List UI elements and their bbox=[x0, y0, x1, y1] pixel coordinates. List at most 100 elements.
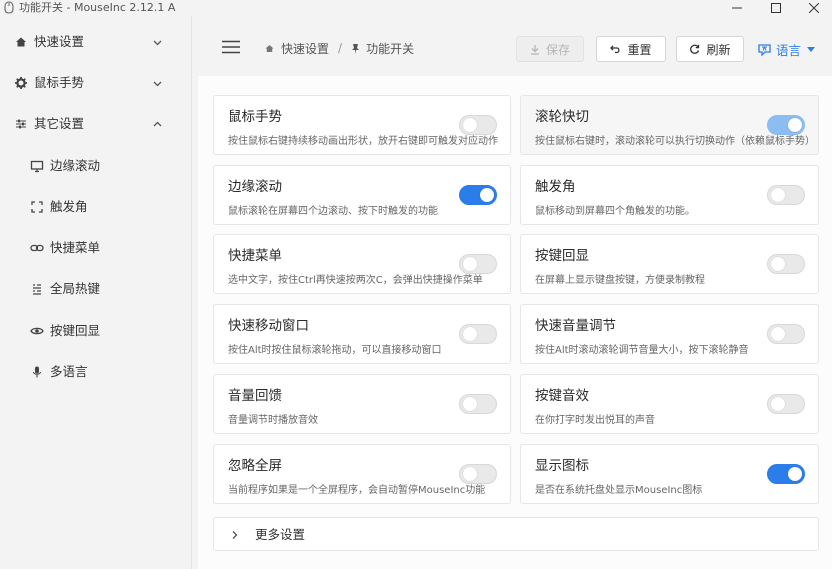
more-settings-label: 更多设置 bbox=[255, 527, 306, 542]
toggle-knob bbox=[771, 188, 785, 202]
feature-card: 边缘滚动 鼠标滚轮在屏幕四个边滚动、按下时触发的功能 bbox=[213, 165, 511, 225]
feature-toggle-switch[interactable] bbox=[459, 324, 497, 344]
sliders-icon bbox=[16, 119, 26, 129]
refresh-label: 刷新 bbox=[706, 42, 731, 57]
sidebar: 快速设置 鼠标手势 其它设置 边缘滚动 触发角 快捷菜单 全局热键 按键回显 多… bbox=[0, 16, 192, 569]
feature-card: 鼠标手势 按住鼠标右键持续移动画出形状，放开右键即可触发对应动作 bbox=[213, 95, 511, 155]
gear-icon bbox=[15, 77, 27, 89]
language-label: 语言 bbox=[776, 42, 802, 58]
feature-description: 音量调节时播放音效 bbox=[228, 415, 318, 426]
sidebar-item-hot-corners[interactable]: 触发角 bbox=[0, 187, 192, 227]
keyboard-icon bbox=[33, 284, 41, 295]
toggle-knob bbox=[788, 467, 802, 481]
feature-toggle-switch[interactable] bbox=[459, 394, 497, 414]
sidebar-item-label: 边缘滚动 bbox=[50, 158, 101, 173]
breadcrumb-item: 功能开关 bbox=[366, 41, 415, 56]
close-icon bbox=[809, 3, 819, 13]
feature-toggle-panel: 更多设置 鼠标手势 按住鼠标右键持续移动画出形状，放开右键即可触发对应动作 滚轮快切… bbox=[198, 76, 832, 569]
feature-title: 滚轮快切 bbox=[535, 109, 589, 125]
sidebar-item-edge-scroll[interactable]: 边缘滚动 bbox=[0, 146, 192, 186]
feature-card: 忽略全屏 当前程序如果是一个全屏程序，会自动暂停MouseInc功能 bbox=[213, 444, 511, 504]
feature-title: 音量回馈 bbox=[228, 388, 282, 404]
close-button[interactable] bbox=[799, 0, 829, 16]
eye-icon bbox=[30, 327, 44, 335]
language-dropdown[interactable]: 语言 bbox=[758, 40, 816, 58]
pin-icon bbox=[352, 43, 360, 54]
toggle-knob bbox=[771, 257, 785, 271]
sidebar-item-label: 多语言 bbox=[50, 364, 88, 379]
feature-toggle-switch[interactable] bbox=[459, 254, 497, 274]
sidebar-item-label: 其它设置 bbox=[34, 116, 85, 131]
toggle-knob bbox=[463, 397, 477, 411]
feature-toggle-switch[interactable] bbox=[767, 324, 805, 344]
reset-button[interactable]: 重置 bbox=[596, 36, 666, 62]
sidebar-item-label: 触发角 bbox=[50, 199, 88, 214]
feature-toggle-switch[interactable] bbox=[459, 185, 497, 205]
mouse-app-icon bbox=[4, 1, 14, 14]
feature-card: 触发角鼠标移动到屏幕四个角触发的功能。 bbox=[520, 165, 819, 225]
feature-card: 显示图标 是否在系统托盘处显示MouseInc图标 bbox=[520, 444, 819, 504]
feature-card: 按键音效在你打字时发出悦耳的声音 bbox=[520, 374, 819, 434]
feature-toggle-switch[interactable] bbox=[459, 115, 497, 135]
sidebar-item-quick-settings[interactable]: 快速设置 bbox=[0, 22, 192, 62]
home-icon bbox=[265, 44, 274, 52]
link-icon bbox=[30, 244, 44, 252]
toggle-knob bbox=[463, 467, 477, 481]
feature-card: 快捷菜单选中文字，按住Ctrl再快速按两次C，会弹出快捷操作菜单 bbox=[213, 234, 511, 294]
feature-description: 鼠标移动到屏幕四个角触发的功能。 bbox=[535, 206, 695, 217]
refresh-icon bbox=[690, 44, 700, 54]
feature-description: 选中文字，按住Ctrl再快速按两次C，会弹出快捷操作菜单 bbox=[228, 275, 483, 286]
sidebar-item-label: 鼠标手势 bbox=[34, 75, 85, 90]
translate-icon bbox=[758, 43, 771, 56]
save-button[interactable]: 保存 bbox=[516, 36, 584, 62]
sidebar-item-quick-menu[interactable]: 快捷菜单 bbox=[0, 228, 192, 268]
sidebar-item-other-settings[interactable]: 其它设置 bbox=[0, 104, 192, 144]
maximize-icon bbox=[771, 3, 781, 13]
feature-card: 滚轮快切 按住鼠标右键时，滚动滚轮可以执行切换动作（依赖鼠标手势） bbox=[520, 95, 819, 155]
sidebar-item-key-echo[interactable]: 按键回显 bbox=[0, 311, 192, 351]
maximize-button[interactable] bbox=[761, 0, 791, 16]
menu-icon[interactable] bbox=[222, 40, 240, 54]
feature-toggle-switch[interactable] bbox=[767, 115, 805, 135]
toggle-knob bbox=[771, 327, 785, 341]
toggle-knob bbox=[480, 188, 494, 202]
feature-title: 快捷菜单 bbox=[228, 248, 282, 264]
minimize-icon bbox=[732, 7, 742, 9]
breadcrumb-item[interactable]: 快速设置 bbox=[281, 40, 329, 57]
feature-toggle-switch[interactable] bbox=[459, 464, 497, 484]
feature-title: 触发角 bbox=[535, 179, 576, 195]
feature-card: 按键回显 在屏幕上显示键盘按键，方便录制教程 bbox=[520, 234, 819, 294]
feature-toggle-switch[interactable] bbox=[767, 464, 805, 484]
feature-toggle-switch[interactable] bbox=[767, 185, 805, 205]
toggle-knob bbox=[463, 257, 477, 271]
more-settings-collapse[interactable]: 更多设置 bbox=[213, 517, 819, 551]
header: 快速设置 / 功能开关 保存 重置 刷新 语言 bbox=[198, 16, 832, 76]
feature-card: 快速音量调节按住Alt时滚动滚轮调节音量大小，按下滚轮静音 bbox=[520, 304, 819, 364]
breadcrumb-separator: / bbox=[338, 41, 343, 55]
feature-toggle-switch[interactable] bbox=[767, 394, 805, 414]
download-icon bbox=[530, 44, 539, 55]
sidebar-item-global-hotkeys[interactable]: 全局热键 bbox=[0, 269, 192, 309]
sidebar-item-languages[interactable]: 多语言 bbox=[0, 352, 192, 392]
feature-description: 按住Alt时滚动滚轮调节音量大小，按下滚轮静音 bbox=[535, 345, 749, 356]
feature-description: 按住Alt时按住鼠标滚轮拖动，可以直接移动窗口 bbox=[228, 345, 442, 356]
home-icon bbox=[16, 37, 26, 47]
undo-icon bbox=[610, 45, 621, 54]
feature-card: 音量回馈音量调节时播放音效 bbox=[213, 374, 511, 434]
minimize-button[interactable] bbox=[722, 0, 752, 16]
feature-card: 快速移动窗口按住Alt时按住鼠标滚轮拖动，可以直接移动窗口 bbox=[213, 304, 511, 364]
caret-down-icon bbox=[807, 46, 816, 52]
corners-icon bbox=[31, 201, 43, 213]
feature-title: 快速移动窗口 bbox=[228, 318, 309, 334]
feature-toggle-switch[interactable] bbox=[767, 254, 805, 274]
feature-title: 边缘滚动 bbox=[228, 179, 282, 195]
toggle-knob bbox=[463, 327, 477, 341]
sidebar-item-mouse-gesture[interactable]: 鼠标手势 bbox=[0, 63, 192, 103]
feature-description: 按住鼠标右键持续移动画出形状，放开右键即可触发对应动作 bbox=[228, 136, 498, 147]
feature-title: 快速音量调节 bbox=[535, 318, 616, 334]
refresh-button[interactable]: 刷新 bbox=[676, 36, 744, 62]
feature-description: 在你打字时发出悦耳的声音 bbox=[535, 415, 655, 426]
breadcrumb: 快速设置 / 功能开关 bbox=[264, 40, 414, 56]
feature-title: 按键音效 bbox=[535, 388, 589, 404]
feature-title: 按键回显 bbox=[535, 248, 589, 264]
